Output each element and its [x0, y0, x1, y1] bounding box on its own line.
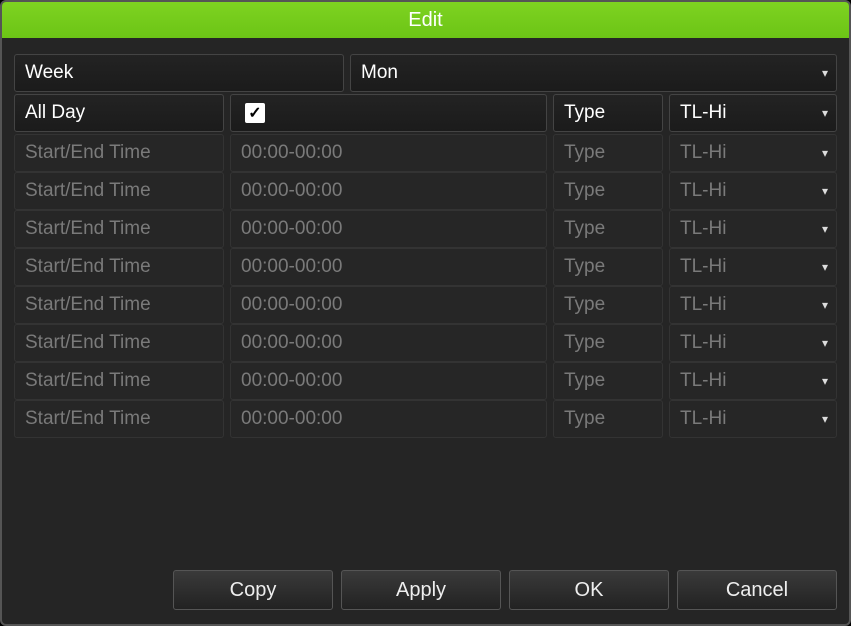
title-text: Edit: [408, 9, 442, 32]
time-row-label: Start/End Time: [14, 362, 224, 400]
time-row-type-select[interactable]: TL-Hi▾: [669, 362, 837, 400]
time-row-type-label: Type: [553, 286, 663, 324]
allday-row: All Day ✓ Type TL-Hi ▾: [14, 94, 837, 132]
time-row-type-select[interactable]: TL-Hi▾: [669, 400, 837, 438]
chevron-down-icon: ▾: [822, 298, 828, 312]
edit-dialog: Edit Week Mon ▾ All Day ✓ Type TL-: [0, 0, 851, 626]
time-row-label: Start/End Time: [14, 248, 224, 286]
time-row-type-label: Type: [553, 248, 663, 286]
time-range-input[interactable]: 00:00-00:00: [230, 248, 547, 286]
time-range-input[interactable]: 00:00-00:00: [230, 362, 547, 400]
week-select[interactable]: Mon ▾: [350, 54, 837, 92]
time-row-type-select[interactable]: TL-Hi▾: [669, 324, 837, 362]
chevron-down-icon: ▾: [822, 106, 828, 120]
time-row: Start/End Time00:00-00:00TypeTL-Hi▾: [14, 248, 837, 286]
chevron-down-icon: ▾: [822, 412, 828, 426]
chevron-down-icon: ▾: [822, 184, 828, 198]
time-row-label: Start/End Time: [14, 324, 224, 362]
time-range-input[interactable]: 00:00-00:00: [230, 210, 547, 248]
time-row-type-label: Type: [553, 210, 663, 248]
time-row-type-label: Type: [553, 362, 663, 400]
button-bar: Copy Apply OK Cancel: [2, 560, 849, 624]
time-row-label: Start/End Time: [14, 400, 224, 438]
time-row-label: Start/End Time: [14, 134, 224, 172]
week-row: Week Mon ▾: [14, 54, 837, 92]
chevron-down-icon: ▾: [822, 66, 828, 80]
time-row-type-label: Type: [553, 134, 663, 172]
time-rows: Start/End Time00:00-00:00TypeTL-Hi▾Start…: [14, 134, 837, 438]
chevron-down-icon: ▾: [822, 146, 828, 160]
allday-checkbox[interactable]: ✓: [245, 103, 265, 123]
cancel-button[interactable]: Cancel: [677, 570, 837, 610]
time-row-type-label: Type: [553, 172, 663, 210]
time-row-type-select[interactable]: TL-Hi▾: [669, 286, 837, 324]
time-row-type-select[interactable]: TL-Hi▾: [669, 248, 837, 286]
week-label: Week: [14, 54, 344, 92]
time-range-input[interactable]: 00:00-00:00: [230, 134, 547, 172]
time-row-type-select[interactable]: TL-Hi▾: [669, 210, 837, 248]
time-row-type-select[interactable]: TL-Hi▾: [669, 134, 837, 172]
time-row-label: Start/End Time: [14, 172, 224, 210]
copy-button[interactable]: Copy: [173, 570, 333, 610]
time-row-type-label: Type: [553, 400, 663, 438]
chevron-down-icon: ▾: [822, 374, 828, 388]
time-range-input[interactable]: 00:00-00:00: [230, 324, 547, 362]
allday-type-select[interactable]: TL-Hi ▾: [669, 94, 837, 132]
allday-label: All Day: [14, 94, 224, 132]
time-range-input[interactable]: 00:00-00:00: [230, 400, 547, 438]
time-row-label: Start/End Time: [14, 210, 224, 248]
apply-button[interactable]: Apply: [341, 570, 501, 610]
time-row: Start/End Time00:00-00:00TypeTL-Hi▾: [14, 400, 837, 438]
time-row: Start/End Time00:00-00:00TypeTL-Hi▾: [14, 324, 837, 362]
time-row-type-label: Type: [553, 324, 663, 362]
chevron-down-icon: ▾: [822, 336, 828, 350]
chevron-down-icon: ▾: [822, 222, 828, 236]
ok-button[interactable]: OK: [509, 570, 669, 610]
dialog-title: Edit: [2, 2, 849, 38]
time-range-input[interactable]: 00:00-00:00: [230, 286, 547, 324]
time-row: Start/End Time00:00-00:00TypeTL-Hi▾: [14, 210, 837, 248]
time-row-label: Start/End Time: [14, 286, 224, 324]
allday-checkbox-cell: ✓: [230, 94, 547, 132]
allday-type-label: Type: [553, 94, 663, 132]
time-row: Start/End Time00:00-00:00TypeTL-Hi▾: [14, 134, 837, 172]
time-row: Start/End Time00:00-00:00TypeTL-Hi▾: [14, 362, 837, 400]
time-row: Start/End Time00:00-00:00TypeTL-Hi▾: [14, 172, 837, 210]
time-row: Start/End Time00:00-00:00TypeTL-Hi▾: [14, 286, 837, 324]
chevron-down-icon: ▾: [822, 260, 828, 274]
time-row-type-select[interactable]: TL-Hi▾: [669, 172, 837, 210]
time-range-input[interactable]: 00:00-00:00: [230, 172, 547, 210]
dialog-content: Week Mon ▾ All Day ✓ Type TL-Hi ▾ St: [2, 38, 849, 560]
